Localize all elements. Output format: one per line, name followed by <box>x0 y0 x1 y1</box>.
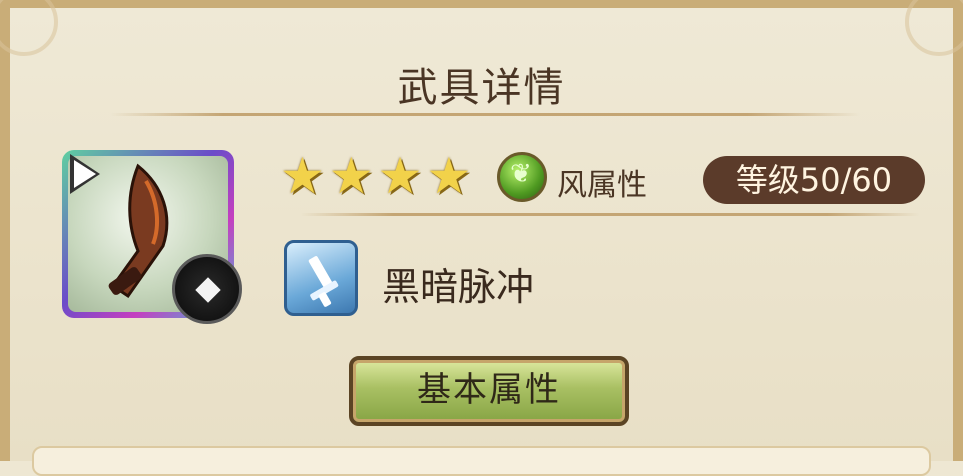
star-icon: ★ <box>328 147 374 205</box>
play-badge-inner-icon <box>74 160 96 188</box>
attribute-label: 风属性 <box>557 168 647 203</box>
page-title: 武具详情 <box>397 65 566 111</box>
star-icon: ★ <box>280 147 325 205</box>
attributes-panel <box>32 446 931 476</box>
basic-attributes-button[interactable]: 基本属性 <box>349 356 629 426</box>
wind-element-icon <box>497 152 547 202</box>
level-badge: 等级50/60 <box>703 156 925 204</box>
decorative-corner-right <box>905 0 963 56</box>
star-icon: ★ <box>426 147 472 205</box>
skill-icon[interactable] <box>284 240 358 316</box>
rarity-stars: ★ ★ ★ ★ <box>280 148 471 204</box>
skill-name: 黑暗脉冲 <box>382 265 535 309</box>
decorative-corner-left <box>0 0 58 56</box>
sword-icon <box>308 256 339 307</box>
diamond-icon <box>172 254 242 324</box>
star-icon: ★ <box>377 147 423 205</box>
title-divider <box>110 113 860 116</box>
info-divider <box>300 213 920 216</box>
